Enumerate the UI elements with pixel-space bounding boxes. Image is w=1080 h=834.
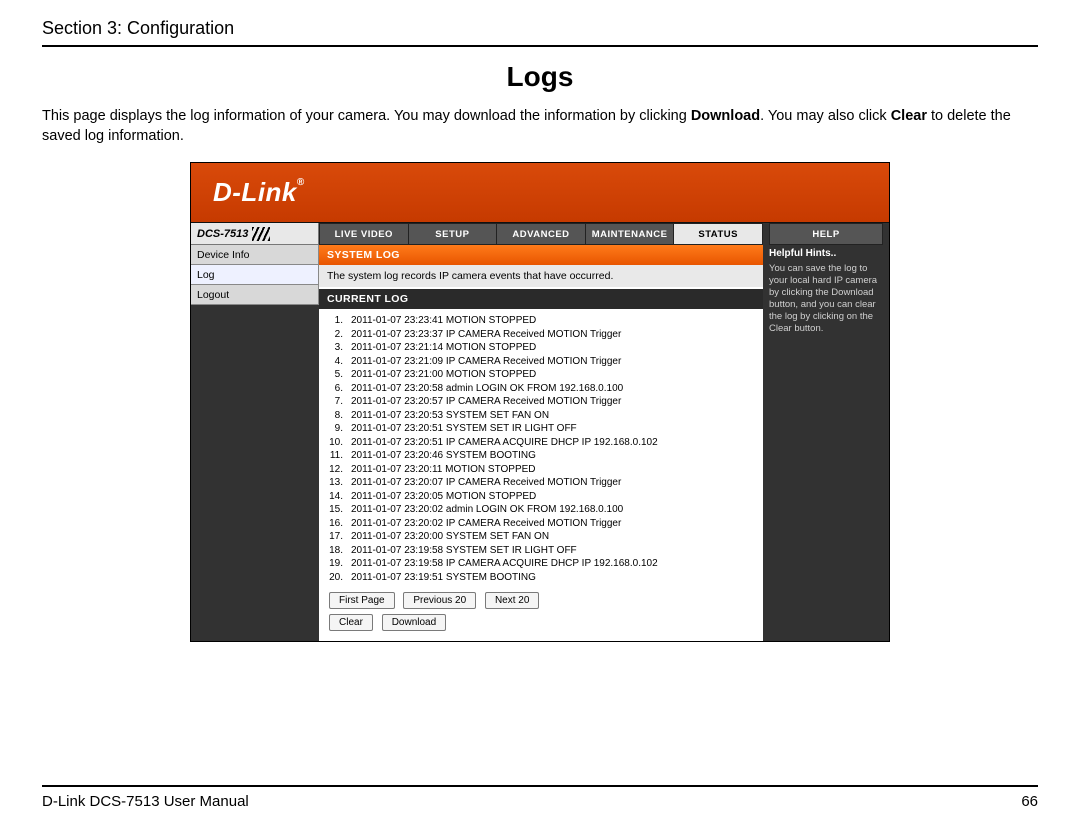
log-row: 7.2011-01-07 23:20:57 IP CAMERA Received… [329,395,753,409]
sidebar-item-log[interactable]: Log [191,265,319,285]
dlink-logo: D-Link® [213,177,305,208]
log-row: 6.2011-01-07 23:20:58 admin LOGIN OK FRO… [329,382,753,396]
page-footer: D-Link DCS-7513 User Manual 66 [42,785,1038,810]
tab-status[interactable]: STATUS [674,223,763,245]
log-row: 16.2011-01-07 23:20:02 IP CAMERA Receive… [329,517,753,531]
log-row: 15.2011-01-07 23:20:02 admin LOGIN OK FR… [329,503,753,517]
tab-live-video[interactable]: LIVE VIDEO [319,223,409,245]
log-row: 8.2011-01-07 23:20:53 SYSTEM SET FAN ON [329,409,753,423]
tab-maintenance[interactable]: MAINTENANCE [586,223,675,245]
footer-left: D-Link DCS-7513 User Manual [42,793,249,810]
tab-setup[interactable]: SETUP [409,223,498,245]
log-list: 1.2011-01-07 23:23:41 MOTION STOPPED2.20… [319,309,763,641]
system-log-desc: The system log records IP camera events … [319,265,763,289]
log-row: 12.2011-01-07 23:20:11 MOTION STOPPED [329,463,753,477]
helpful-hints-title: Helpful Hints.. [769,248,883,259]
log-row: 9.2011-01-07 23:20:51 SYSTEM SET IR LIGH… [329,422,753,436]
system-log-header: SYSTEM LOG [319,245,763,265]
helpful-hints-text: You can save the log to your local hard … [769,263,883,334]
first-page-button[interactable]: First Page [329,592,395,609]
tab-advanced[interactable]: ADVANCED [497,223,586,245]
current-log-header: CURRENT LOG [319,289,763,309]
page-title: Logs [42,61,1038,93]
log-row: 11.2011-01-07 23:20:46 SYSTEM BOOTING [329,449,753,463]
next-20-button[interactable]: Next 20 [485,592,539,609]
log-row: 1.2011-01-07 23:23:41 MOTION STOPPED [329,314,753,328]
top-tabs: LIVE VIDEO SETUP ADVANCED MAINTENANCE ST… [319,223,763,245]
right-sidebar: HELP Helpful Hints.. You can save the lo… [763,223,889,641]
sidebar-item-device-info[interactable]: Device Info [191,245,319,265]
tab-help[interactable]: HELP [769,223,883,245]
footer-page-number: 66 [1021,793,1038,810]
hatch-icon [252,227,270,241]
log-row: 5.2011-01-07 23:21:00 MOTION STOPPED [329,368,753,382]
log-row: 19.2011-01-07 23:19:58 IP CAMERA ACQUIRE… [329,557,753,571]
model-label: DCS-7513 [191,223,319,245]
section-header: Section 3: Configuration [42,18,1038,39]
previous-20-button[interactable]: Previous 20 [403,592,476,609]
embedded-screenshot: D-Link® DCS-7513 Device Info Log Logout … [190,162,890,642]
brand-banner: D-Link® [191,163,889,223]
log-row: 4.2011-01-07 23:21:09 IP CAMERA Received… [329,355,753,369]
log-row: 14.2011-01-07 23:20:05 MOTION STOPPED [329,490,753,504]
main-panel: LIVE VIDEO SETUP ADVANCED MAINTENANCE ST… [319,223,763,641]
clear-button[interactable]: Clear [329,614,373,631]
log-row: 3.2011-01-07 23:21:14 MOTION STOPPED [329,341,753,355]
left-sidebar: DCS-7513 Device Info Log Logout [191,223,319,641]
log-row: 17.2011-01-07 23:20:00 SYSTEM SET FAN ON [329,530,753,544]
log-row: 18.2011-01-07 23:19:58 SYSTEM SET IR LIG… [329,544,753,558]
log-row: 2.2011-01-07 23:23:37 IP CAMERA Received… [329,328,753,342]
intro-text: This page displays the log information o… [42,107,1038,146]
log-row: 10.2011-01-07 23:20:51 IP CAMERA ACQUIRE… [329,436,753,450]
log-row: 20.2011-01-07 23:19:51 SYSTEM BOOTING [329,571,753,585]
log-row: 13.2011-01-07 23:20:07 IP CAMERA Receive… [329,476,753,490]
download-button[interactable]: Download [382,614,446,631]
sidebar-item-logout[interactable]: Logout [191,285,319,305]
